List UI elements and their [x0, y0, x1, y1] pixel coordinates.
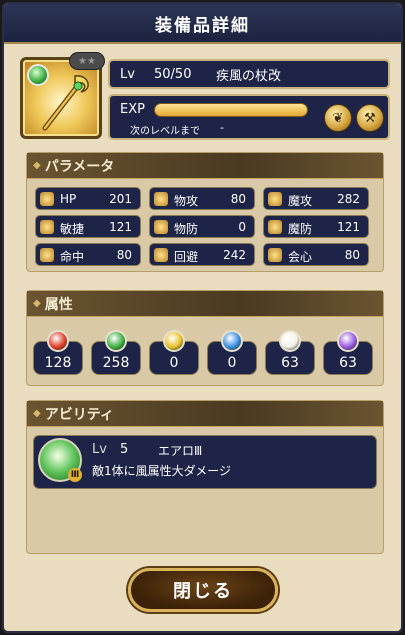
wind-staff-icon — [42, 75, 89, 131]
water-orb-icon — [221, 330, 243, 352]
hammer-icon: ⚒ — [364, 110, 376, 126]
light-orb-icon — [279, 330, 301, 352]
stat-value: 121 — [109, 220, 132, 234]
attribute-3: 0 — [207, 330, 257, 375]
attribute-value: 128 — [44, 355, 72, 371]
magic-staff-icon — [268, 192, 282, 206]
ability-section: アビリティ Ⅲ Lv 5 エアロⅢ 敵1体に風属性大ダメージ — [26, 400, 384, 554]
stat-label: 命中 — [60, 250, 85, 264]
stat-2: 魔攻 282 — [263, 187, 369, 210]
ability-description: 敵1体に風属性大ダメージ — [92, 464, 232, 478]
stat-0: HP 201 — [35, 187, 141, 210]
stat-7: 回避 242 — [149, 243, 255, 266]
equipment-name-bar: Lv 50/50 疾風の杖改 — [108, 59, 390, 89]
stat-label: 魔防 — [288, 222, 313, 236]
attribute-2: 0 — [149, 330, 199, 375]
dark-orb-icon — [337, 330, 359, 352]
ability-name: エアロⅢ — [158, 444, 203, 458]
wings-icon: ❦ — [332, 110, 344, 126]
window-title: 装備品詳細 — [4, 4, 401, 44]
stat-label: 物攻 — [174, 194, 199, 208]
stat-value: 80 — [116, 248, 132, 262]
stat-5: 魔防 121 — [263, 215, 369, 238]
stat-4: 物防 0 — [149, 215, 255, 238]
stat-6: 命中 80 — [35, 243, 141, 266]
close-button[interactable]: 閉じる — [128, 568, 278, 612]
critical-icon — [268, 248, 282, 262]
fire-orb-icon — [47, 330, 69, 352]
exp-bar — [154, 103, 308, 117]
ability-rank-badge: Ⅲ — [68, 468, 82, 482]
stat-value: 80 — [344, 248, 360, 262]
parameters-section: パラメータ HP 201 物攻 80 魔攻 282 敏捷 121 物防 0 魔防 121 命中 80 回避 2… — [26, 152, 384, 272]
wind-orb-icon — [105, 330, 127, 352]
ability-row[interactable]: Ⅲ Lv 5 エアロⅢ 敵1体に風属性大ダメージ — [33, 435, 377, 489]
attribute-0: 128 — [33, 330, 83, 375]
parameters-header: パラメータ — [27, 153, 383, 179]
equipment-detail-window: 装備品詳細 ★★ Lv 50/50 疾風の杖改 EXP 次のレベルまで - ❦ … — [2, 2, 403, 633]
attribute-4: 63 — [265, 330, 315, 375]
ability-level-value: 5 — [120, 442, 129, 457]
exp-bar-fill — [155, 104, 307, 116]
stat-value: 0 — [238, 220, 246, 234]
stat-label: 回避 — [174, 250, 199, 264]
attribute-value: 0 — [227, 355, 237, 371]
attribute-5: 63 — [323, 330, 373, 375]
stat-label: 会心 — [288, 250, 313, 264]
exp-panel: EXP 次のレベルまで - ❦ ⚒ — [108, 94, 390, 140]
stat-label: HP — [60, 192, 77, 206]
stat-value: 80 — [230, 192, 246, 206]
level-label: Lv — [120, 66, 135, 82]
attributes-header: 属性 — [27, 291, 383, 317]
equipment-name: 疾風の杖改 — [216, 68, 282, 84]
ability-header: アビリティ — [27, 401, 383, 427]
equipment-icon-frame: ★★ — [20, 52, 105, 139]
attribute-value: 258 — [102, 355, 130, 371]
stat-value: 242 — [223, 248, 246, 262]
stat-label: 物防 — [174, 222, 199, 236]
next-level-value: - — [220, 121, 224, 134]
attributes-section: 属性 128 258 0 0 63 63 — [26, 290, 384, 386]
stat-3: 敏捷 121 — [35, 215, 141, 238]
exp-label: EXP — [120, 102, 145, 117]
wing-icon — [40, 220, 54, 234]
sword-icon — [154, 192, 168, 206]
rarity-stars-icon: ★★ — [69, 52, 105, 70]
ability-level-label: Lv — [92, 442, 107, 457]
magic-shield-icon — [268, 220, 282, 234]
level-value: 50/50 — [154, 66, 192, 82]
attribute-value: 0 — [169, 355, 179, 371]
stat-label: 敏捷 — [60, 222, 85, 236]
stat-value: 282 — [337, 192, 360, 206]
thunder-orb-icon — [163, 330, 185, 352]
enhance-button[interactable]: ⚒ — [356, 104, 384, 132]
dodge-icon — [154, 248, 168, 262]
stat-value: 121 — [337, 220, 360, 234]
bow-icon — [40, 248, 54, 262]
stat-label: 魔攻 — [288, 194, 313, 208]
next-level-label: 次のレベルまで — [130, 126, 200, 137]
stat-1: 物攻 80 — [149, 187, 255, 210]
stat-value: 201 — [109, 192, 132, 206]
stat-8: 会心 80 — [263, 243, 369, 266]
attribute-value: 63 — [339, 355, 357, 371]
evolve-button[interactable]: ❦ — [324, 104, 352, 132]
heart-icon — [40, 192, 54, 206]
attribute-value: 63 — [281, 355, 299, 371]
attribute-1: 258 — [91, 330, 141, 375]
shield-icon — [154, 220, 168, 234]
